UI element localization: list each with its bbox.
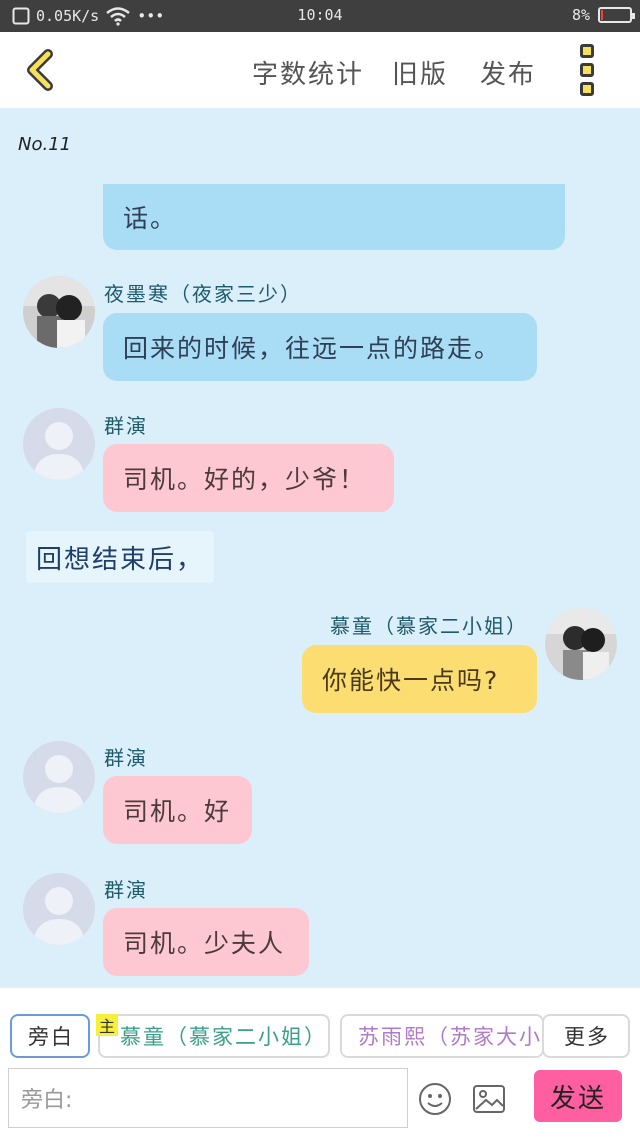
message-bubble[interactable]: 司机。好的，少爷！ — [103, 444, 394, 512]
speaker-name: 慕童（慕家二小姐） — [330, 614, 528, 638]
back-button[interactable] — [18, 46, 66, 94]
message-bubble[interactable]: 话。 — [103, 184, 565, 250]
message-input[interactable]: 旁白: — [8, 1068, 408, 1128]
message-text: 话。 — [123, 204, 178, 233]
character-label: 苏雨熙（苏家大小姐） — [358, 1025, 542, 1049]
status-bar: 0.05K/s ••• 10:04 8% — [0, 0, 640, 32]
menu-dot-icon — [580, 44, 594, 58]
message-bubble[interactable]: 司机。少夫人 — [103, 908, 309, 976]
narrator-button[interactable]: 旁白 — [10, 1014, 90, 1058]
avatar-photo-icon — [545, 608, 617, 680]
narration-text: 回想结束后， — [36, 544, 205, 575]
speaker-name: 群演 — [104, 746, 148, 770]
old-version-button[interactable]: 旧版 — [392, 54, 448, 91]
chevron-left-icon — [27, 49, 53, 91]
narration-bubble[interactable]: 回想结束后， — [26, 531, 214, 583]
top-toolbar: 字数统计 旧版 发布 — [0, 32, 640, 108]
smiley-icon — [419, 1083, 451, 1115]
battery-percent: 8% — [571, 6, 590, 24]
image-icon — [473, 1085, 505, 1113]
message-text: 回来的时候，往远一点的路走。 — [123, 334, 502, 363]
chapter-label: No.11 — [18, 134, 72, 155]
avatar[interactable] — [23, 873, 95, 945]
message-text: 司机。少夫人 — [123, 929, 286, 958]
default-avatar-icon — [23, 873, 95, 945]
main-character-badge: 主 — [96, 1014, 118, 1036]
avatar[interactable] — [545, 608, 617, 680]
status-right: 8% — [571, 6, 635, 24]
character-label: 慕童（慕家二小姐） — [120, 1025, 327, 1049]
avatar[interactable] — [23, 276, 95, 348]
chat-area[interactable]: No.11 话。 夜墨寒（夜家三少） 回来的时候，往远一点的路走。 群演 司机。… — [0, 108, 640, 988]
more-label: 更多 — [564, 1025, 610, 1049]
clock: 10:04 — [297, 6, 343, 24]
more-menu-button[interactable] — [580, 44, 600, 96]
avatar-photo-icon — [23, 276, 95, 348]
input-placeholder: 旁白: — [21, 1088, 73, 1113]
word-count-button[interactable]: 字数统计 — [252, 54, 364, 91]
speaker-name: 群演 — [104, 878, 148, 902]
message-bubble[interactable]: 回来的时候，往远一点的路走。 — [103, 313, 537, 381]
image-button[interactable] — [472, 1084, 506, 1114]
narrator-label: 旁白 — [28, 1025, 74, 1049]
message-bubble[interactable]: 你能快一点吗? — [302, 645, 537, 713]
menu-dot-icon — [580, 82, 594, 96]
message-bubble[interactable]: 司机。好 — [103, 776, 252, 844]
more-characters-button[interactable]: 更多 — [542, 1014, 630, 1058]
bottom-bar: 旁白 慕童（慕家二小姐） 主 苏雨熙（苏家大小姐） 更多 旁白: 发送 — [0, 988, 640, 1138]
send-button[interactable]: 发送 — [534, 1070, 622, 1122]
message-text: 司机。好的，少爷！ — [123, 465, 367, 494]
publish-button[interactable]: 发布 — [480, 54, 536, 91]
message-text: 你能快一点吗? — [322, 666, 500, 695]
avatar[interactable] — [23, 408, 95, 480]
speaker-name: 夜墨寒（夜家三少） — [104, 282, 302, 306]
battery-level — [601, 10, 603, 20]
default-avatar-icon — [23, 741, 95, 813]
speaker-name: 群演 — [104, 414, 148, 438]
menu-dot-icon — [580, 63, 594, 77]
emoji-button[interactable] — [418, 1082, 452, 1116]
default-avatar-icon — [23, 408, 95, 480]
battery-icon — [598, 7, 635, 23]
message-text: 司机。好 — [123, 797, 232, 826]
character-button[interactable]: 苏雨熙（苏家大小姐） — [340, 1014, 544, 1058]
avatar[interactable] — [23, 741, 95, 813]
character-button[interactable]: 慕童（慕家二小姐） — [98, 1014, 330, 1058]
